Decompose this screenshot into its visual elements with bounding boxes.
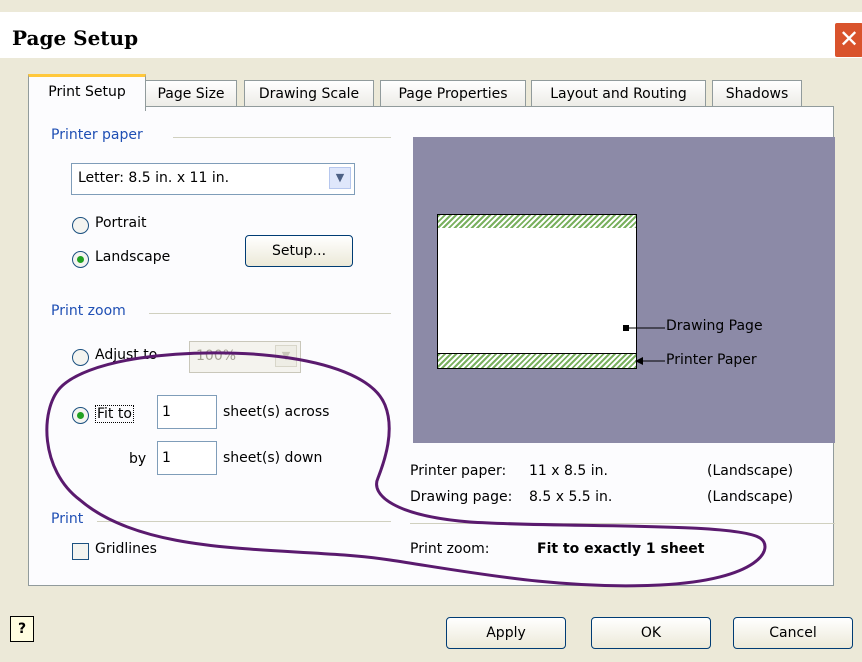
ok-button[interactable]: OK <box>591 617 711 649</box>
annotation-stroke <box>45 351 767 588</box>
cancel-button[interactable]: Cancel <box>733 617 853 649</box>
page-setup-dialog: Page Setup ✕ Print Setup Page Size Drawi… <box>0 0 862 662</box>
tab-print-setup[interactable]: Print Setup <box>28 74 146 111</box>
apply-button[interactable]: Apply <box>446 617 566 649</box>
help-icon[interactable]: ? <box>10 616 34 642</box>
